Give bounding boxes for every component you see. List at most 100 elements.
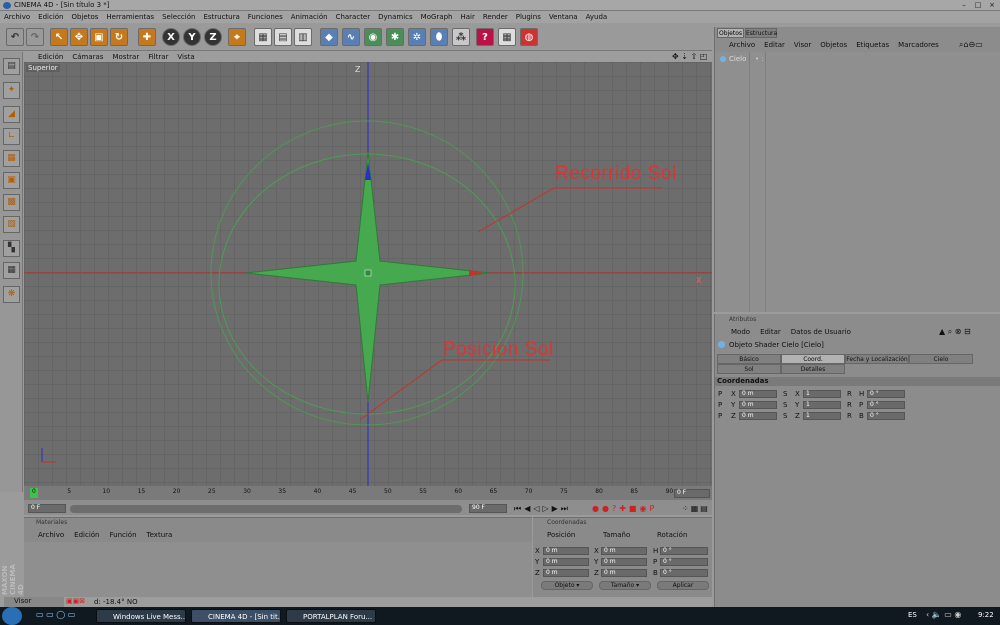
- scene-icon[interactable]: ⁂: [452, 28, 470, 46]
- viewport-top[interactable]: Superior Z X Recorrido Sol Posicion Sol: [24, 62, 712, 486]
- object-mode-icon[interactable]: ◢: [3, 106, 20, 123]
- viewport-menu-item-1[interactable]: Cámaras: [72, 53, 103, 61]
- texture-mode-icon[interactable]: ▧: [3, 216, 20, 233]
- materials-menu-item-2[interactable]: Función: [110, 531, 137, 539]
- coord-position-field[interactable]: 0 m: [543, 558, 589, 566]
- move-tool-icon[interactable]: ✥: [70, 28, 88, 46]
- tray-icons[interactable]: ‹ 🔈 ▭ ◉: [926, 610, 961, 619]
- scale-tool-icon[interactable]: ▣: [90, 28, 108, 46]
- object-menu-item-4[interactable]: Etiquetas: [856, 41, 889, 49]
- attr-rotation-field[interactable]: 0 °: [867, 412, 905, 420]
- object-list[interactable]: Cielo • :: [715, 52, 1000, 312]
- tab-basico[interactable]: Básico: [717, 354, 781, 364]
- edges-mode-icon[interactable]: ▣: [3, 172, 20, 189]
- coord-position-field[interactable]: 0 m: [543, 547, 589, 555]
- keyframe-icons[interactable]: ⁘▦▤: [682, 504, 710, 513]
- tab-estructura[interactable]: Estructura: [745, 28, 777, 38]
- coord-size-field[interactable]: 0 m: [601, 558, 647, 566]
- live-select-icon[interactable]: ✚: [138, 28, 156, 46]
- menu-item-0[interactable]: Archivo: [4, 13, 30, 21]
- attr-scale-field[interactable]: 1: [803, 412, 841, 420]
- coord-system-icon[interactable]: ⌖: [228, 28, 246, 46]
- object-menu-item-3[interactable]: Objetos: [820, 41, 847, 49]
- taskbar-item-portalplan[interactable]: PORTALPLAN Foru...: [286, 609, 376, 623]
- undo-icon[interactable]: ↶: [6, 28, 24, 46]
- viewport-menu-item-4[interactable]: Vista: [177, 53, 194, 61]
- tab-objetos[interactable]: Objetos: [717, 28, 744, 38]
- z-axis-button[interactable]: Z: [204, 28, 222, 46]
- array-icon[interactable]: ✱: [386, 28, 404, 46]
- nurbs-icon[interactable]: ◉: [364, 28, 382, 46]
- layout-icon[interactable]: ▤: [3, 58, 20, 75]
- minimize-icon[interactable]: –: [958, 1, 970, 10]
- checker-icon[interactable]: ▚: [3, 240, 20, 257]
- materials-menu-item-1[interactable]: Edición: [74, 531, 99, 539]
- object-menu-item-2[interactable]: Visor: [794, 41, 811, 49]
- current-frame-field[interactable]: 0 F: [674, 489, 710, 498]
- tab-detalles[interactable]: Detalles: [781, 364, 845, 374]
- attribute-menu-item-1[interactable]: Editar: [760, 328, 781, 336]
- x-axis-button[interactable]: X: [162, 28, 180, 46]
- playback-controls[interactable]: ⏮◀◁▷▶⏭: [514, 504, 571, 514]
- grid-icon[interactable]: ▦: [3, 262, 20, 279]
- menu-item-14[interactable]: Ventana: [549, 13, 578, 21]
- tab-sol[interactable]: Sol: [717, 364, 781, 374]
- render-picture-icon[interactable]: ▤: [274, 28, 292, 46]
- menu-item-5[interactable]: Estructura: [203, 13, 239, 21]
- visibility-dots-icon[interactable]: • :: [755, 55, 764, 63]
- start-button[interactable]: [2, 607, 22, 625]
- menu-item-11[interactable]: Hair: [460, 13, 474, 21]
- y-axis-button[interactable]: Y: [183, 28, 201, 46]
- menu-item-10[interactable]: MoGraph: [421, 13, 453, 21]
- viewport-menu-item-2[interactable]: Mostrar: [112, 53, 139, 61]
- points-mode-icon[interactable]: ▦: [3, 150, 20, 167]
- viewport-menu-item-3[interactable]: Filtrar: [148, 53, 168, 61]
- end-frame-field[interactable]: 90 F: [469, 504, 507, 513]
- attr-position-field[interactable]: 0 m: [739, 401, 777, 409]
- attribute-menu-item-2[interactable]: Datos de Usuario: [791, 328, 851, 336]
- object-menu-item-5[interactable]: Marcadores: [898, 41, 939, 49]
- coord-position-field[interactable]: 0 m: [543, 569, 589, 577]
- object-menu-item-1[interactable]: Editar: [764, 41, 785, 49]
- object-manager-nav-icons[interactable]: ⌕⌂⊖▭: [959, 40, 983, 50]
- render-view-icon[interactable]: ▦: [254, 28, 272, 46]
- redo-icon[interactable]: ↷: [26, 28, 44, 46]
- coord-size-field[interactable]: 0 m: [601, 547, 647, 555]
- menu-item-13[interactable]: Plugins: [516, 13, 541, 21]
- language-indicator[interactable]: ES: [908, 611, 917, 619]
- attr-position-field[interactable]: 0 m: [739, 390, 777, 398]
- rotate-tool-icon[interactable]: ↻: [110, 28, 128, 46]
- menu-item-12[interactable]: Render: [483, 13, 508, 21]
- menu-item-7[interactable]: Animación: [291, 13, 328, 21]
- record-controls[interactable]: ●●?✚■◉P: [592, 504, 657, 513]
- viewport-menu-item-0[interactable]: Edición: [38, 53, 63, 61]
- close-icon[interactable]: ×: [986, 1, 998, 10]
- object-menu-item-0[interactable]: Archivo: [729, 41, 755, 49]
- coord-rotation-field[interactable]: 0 °: [660, 558, 708, 566]
- menu-item-6[interactable]: Funciones: [248, 13, 283, 21]
- camera-icon[interactable]: ?: [476, 28, 494, 46]
- attr-scale-field[interactable]: 1: [803, 390, 841, 398]
- attr-scale-field[interactable]: 1: [803, 401, 841, 409]
- deformer-icon[interactable]: ✲: [408, 28, 426, 46]
- spline-icon[interactable]: ∿: [342, 28, 360, 46]
- attr-rotation-field[interactable]: 0 °: [867, 401, 905, 409]
- cube-icon[interactable]: ◆: [320, 28, 338, 46]
- sculpt-icon[interactable]: ❋: [3, 286, 20, 303]
- render-settings-icon[interactable]: ▥: [294, 28, 312, 46]
- menu-item-1[interactable]: Edición: [38, 13, 63, 21]
- attr-position-field[interactable]: 0 m: [739, 412, 777, 420]
- start-frame-field[interactable]: 0 F: [28, 504, 66, 513]
- coord-size-select[interactable]: Tamaño ▾: [599, 581, 651, 590]
- apply-button[interactable]: Aplicar: [657, 581, 709, 590]
- range-slider[interactable]: [70, 505, 462, 513]
- tab-coord[interactable]: Coord.: [781, 354, 845, 364]
- materials-menu-item-3[interactable]: Textura: [147, 531, 173, 539]
- render-region-icon[interactable]: ◍: [520, 28, 538, 46]
- coord-mode-select[interactable]: Objeto ▾: [541, 581, 593, 590]
- attribute-nav-icons[interactable]: ▲ ⌕ ⊗ ⊟: [939, 327, 971, 337]
- coord-rotation-field[interactable]: 0 °: [660, 569, 708, 577]
- tab-fecha[interactable]: Fecha y Localización: [845, 354, 909, 364]
- maximize-icon[interactable]: □: [972, 1, 984, 10]
- taskbar-item-cinema4d[interactable]: CINEMA 4D - [Sin tit...: [191, 609, 281, 623]
